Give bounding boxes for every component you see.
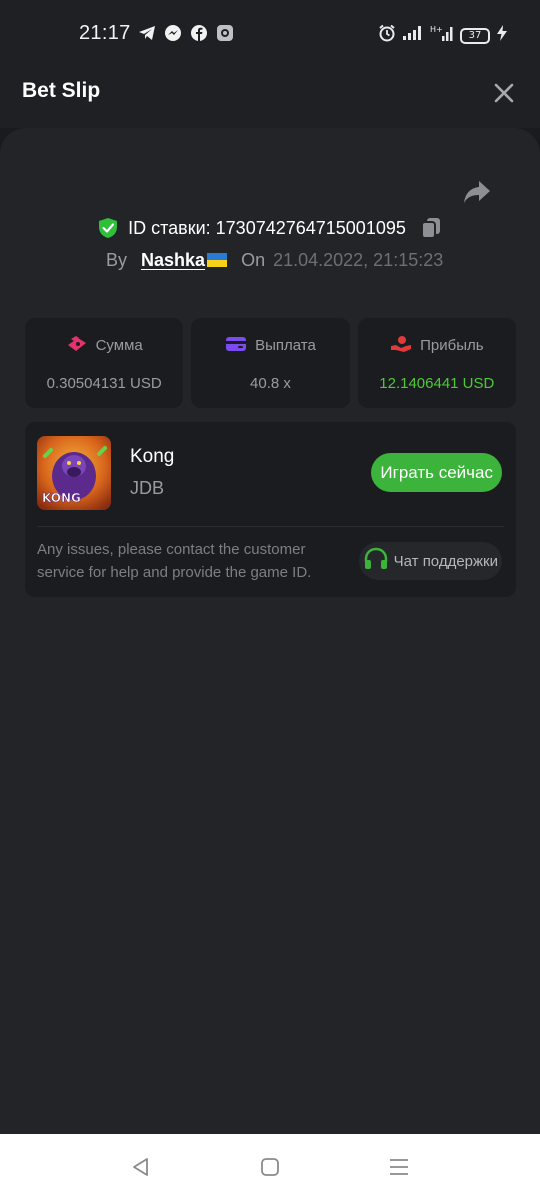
close-button[interactable] (492, 81, 516, 105)
network-icon: H+ (430, 24, 454, 47)
status-time: 21:17 (79, 22, 131, 44)
support-chat-button[interactable]: Чат поддержки (358, 542, 502, 580)
game-thumbnail[interactable]: KONG (37, 436, 111, 510)
stat-stake: Сумма 0.30504131 USD (25, 318, 184, 408)
user-link[interactable]: Nashka (141, 250, 228, 271)
charging-icon (496, 24, 508, 47)
game-card: KONG Kong JDB Играть сейчас Any issues, … (25, 422, 516, 597)
status-bar: 21:17 H+ 37 (0, 0, 540, 58)
copy-icon (420, 218, 440, 239)
play-now-button[interactable]: Играть сейчас (371, 453, 502, 492)
page-title: Bet Slip (22, 79, 101, 102)
profit-icon (390, 335, 412, 357)
svg-text:H+: H+ (430, 25, 443, 34)
stat-payout-label: Выплата (255, 337, 316, 354)
back-button[interactable] (130, 1156, 152, 1178)
card-icon (225, 335, 247, 357)
stat-profit-label: Прибыль (420, 337, 484, 354)
home-icon (261, 1158, 279, 1176)
support-hint-text: Any issues, please contact the customer … (37, 541, 312, 581)
support-chat-label: Чат поддержки (393, 552, 498, 570)
bet-meta-row: By Nashka On 21.04.2022, 21:15:23 (106, 250, 443, 271)
status-right: H+ 37 (378, 24, 508, 47)
bet-id-row: ID ставки: 1730742764715001095 (0, 216, 540, 240)
bet-slip-sheet (0, 128, 540, 1134)
divider (37, 526, 504, 527)
thumb-label: KONG (42, 491, 81, 505)
close-icon (494, 83, 514, 103)
copy-button[interactable] (420, 216, 442, 240)
stat-profit-value: 12.1406441 USD (379, 374, 495, 392)
headset-icon (363, 547, 389, 575)
stat-payout: Выплата 40.8 x (191, 318, 350, 408)
bet-stats: Сумма 0.30504131 USD Выплата 40.8 x Приб… (25, 318, 516, 408)
by-label: By (106, 250, 128, 270)
on-label: On (241, 250, 266, 270)
share-button[interactable] (462, 178, 492, 206)
ukraine-flag-icon (207, 251, 228, 267)
header: Bet Slip (0, 58, 540, 128)
system-nav-bar (0, 1134, 540, 1200)
bet-date: 21.04.2022, 21:15:23 (273, 250, 444, 270)
recents-button[interactable] (388, 1156, 410, 1178)
battery-icon: 37 (460, 27, 490, 44)
stat-stake-label: Сумма (95, 337, 143, 354)
back-icon (133, 1158, 148, 1176)
stake-icon (66, 335, 88, 357)
alarm-icon (378, 24, 396, 47)
status-app-icons (138, 24, 234, 42)
shield-check-icon (98, 217, 118, 239)
bet-id: ID ставки: 1730742764715001095 (128, 217, 406, 238)
game-provider: JDB (130, 478, 165, 498)
facebook-icon (190, 24, 208, 42)
game-name: Kong (130, 446, 175, 467)
telegram-icon (138, 24, 156, 42)
signal-icon (402, 25, 424, 46)
share-icon (464, 181, 490, 203)
username: Nashka (141, 250, 206, 270)
stat-stake-value: 0.30504131 USD (46, 374, 162, 392)
home-button[interactable] (259, 1156, 281, 1178)
messenger-icon (164, 24, 182, 42)
app-icon (216, 24, 234, 42)
stat-payout-value: 40.8 x (250, 374, 291, 392)
menu-icon (390, 1159, 408, 1175)
stat-profit: Прибыль 12.1406441 USD (357, 318, 516, 408)
